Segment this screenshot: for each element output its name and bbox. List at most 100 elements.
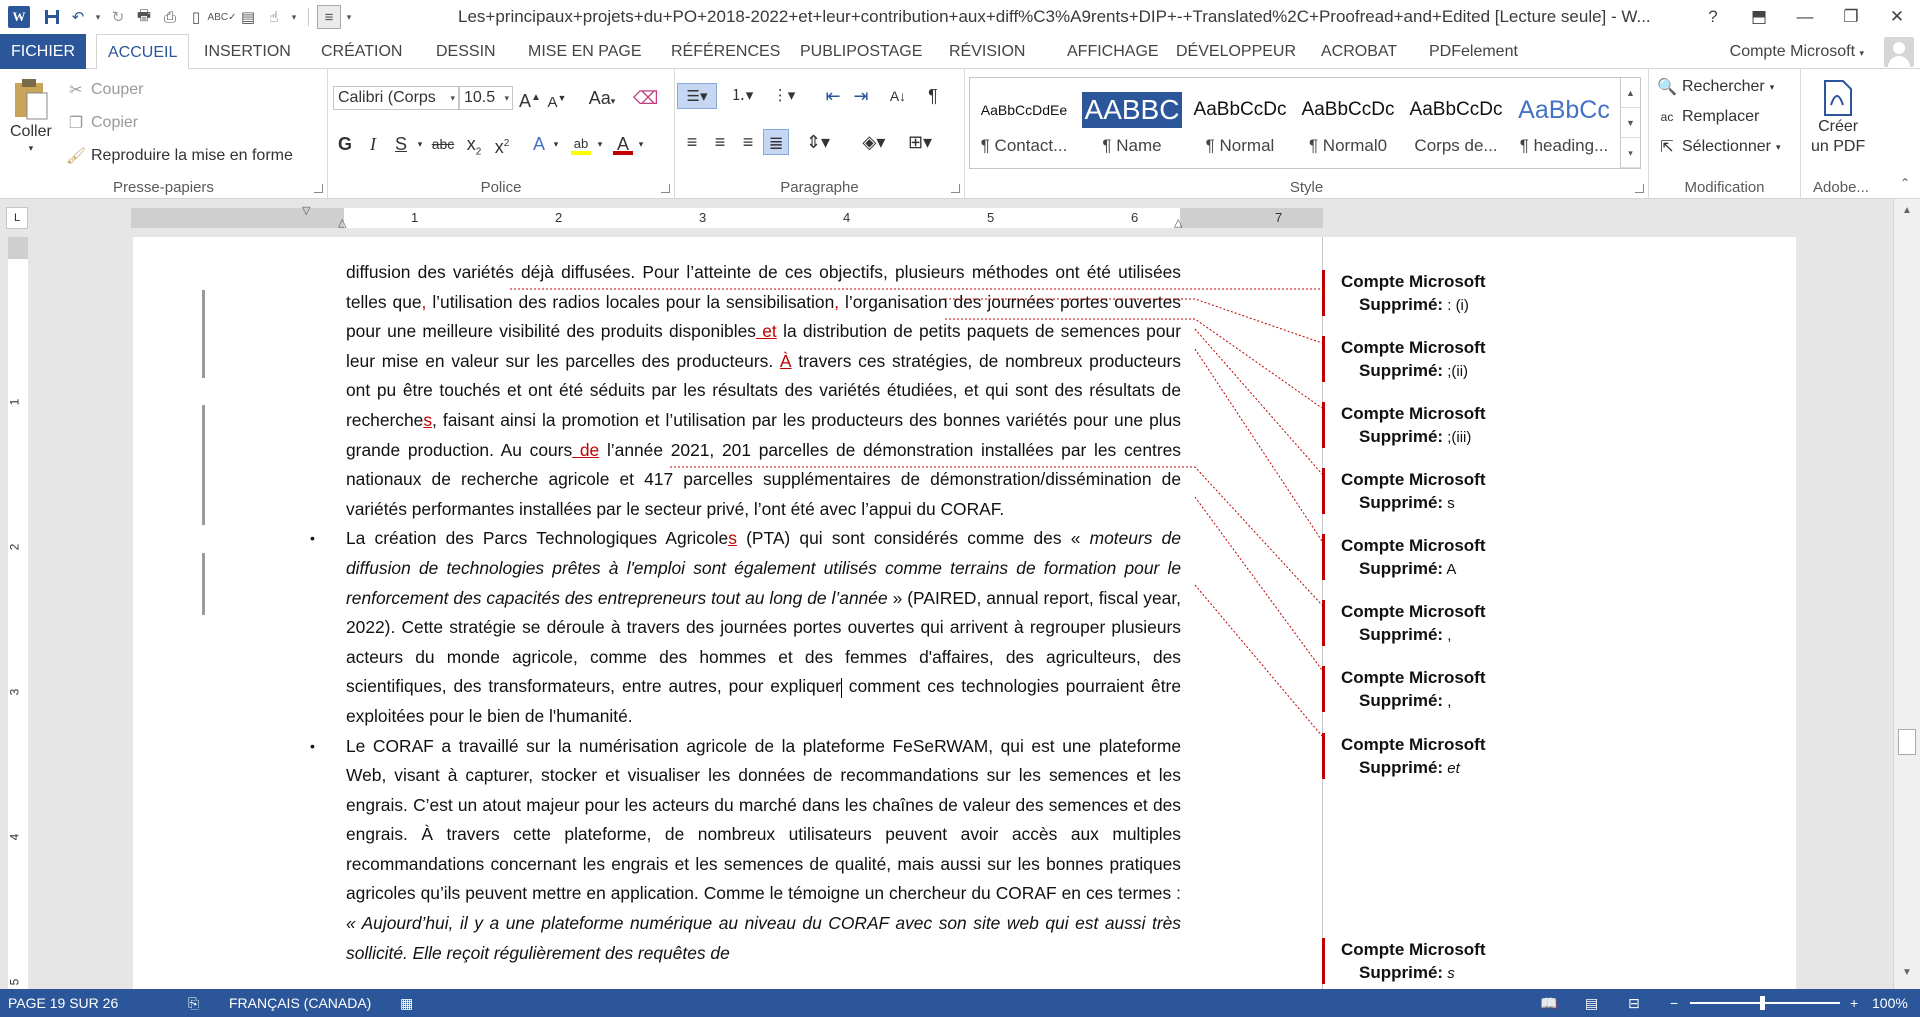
text-effects-icon[interactable]: A [528,131,550,157]
close-icon[interactable]: ✕ [1874,0,1920,34]
create-pdf-button[interactable]: Créer un PDF [1811,79,1865,157]
revision-balloon[interactable]: Compte Microsoft Supprimé: : (i) [1322,270,1622,316]
tab-acrobat[interactable]: ACROBAT [1310,34,1408,69]
font-launcher-icon[interactable] [661,184,670,193]
zoom-level[interactable]: 100% [1872,989,1908,1017]
vertical-ruler[interactable]: 1 2 3 4 5 [7,237,28,989]
replace-button[interactable]: ac Remplacer [1657,107,1760,127]
tab-affichage[interactable]: AFFICHAGE [1056,34,1170,69]
first-line-indent-icon[interactable]: ▽ [302,204,310,217]
decrease-indent-icon[interactable]: ⇤ [820,83,846,109]
hanging-indent-icon[interactable]: △ [338,216,346,229]
page-count[interactable]: PAGE 19 SUR 26 [8,989,118,1017]
change-case-button[interactable]: Aa▾ [584,85,620,111]
strikethrough-button[interactable]: abc [428,131,458,157]
scroll-thumb[interactable] [1898,729,1916,755]
tab-creation[interactable]: CRÉATION [310,34,413,69]
style-corps[interactable]: AaBbCcDc Corps de... [1402,78,1510,168]
tab-pdfelement[interactable]: PDFelement [1418,34,1529,69]
font-color-icon[interactable]: A [611,131,635,157]
web-layout-icon[interactable]: ⊟ [1628,989,1640,1017]
scroll-up-icon[interactable]: ▲ [1899,205,1915,221]
styles-scroll-up-icon[interactable]: ▲ [1621,78,1640,108]
tab-revision[interactable]: RÉVISION [938,34,1036,69]
customize-qat-icon[interactable]: ▾ [343,5,355,29]
minimize-icon[interactable]: — [1782,0,1828,34]
style-normal[interactable]: AaBbCcDc ¶ Normal [1186,78,1294,168]
zoom-slider-thumb[interactable] [1760,996,1765,1010]
tab-dessin[interactable]: DESSIN [425,34,507,69]
show-formatting-icon[interactable]: ¶ [920,83,946,109]
numbering-icon[interactable]: ⒈▾ [723,83,761,109]
copy-button[interactable]: ❐ Copier [66,113,138,133]
account-name[interactable]: Compte Microsoft ▾ [1730,34,1864,69]
subscript-icon[interactable]: x2 [462,131,486,158]
layout-icon[interactable]: ≡ [317,5,341,29]
tab-references[interactable]: RÉFÉRENCES [660,34,791,69]
revision-balloon[interactable]: Compte Microsoft Supprimé: et [1322,733,1622,779]
zoom-slider[interactable] [1690,1002,1840,1004]
style-normal0[interactable]: AaBbCcDc ¶ Normal0 [1294,78,1402,168]
align-left-icon[interactable]: ≡ [679,129,705,155]
text-effects-dropdown-icon[interactable]: ▾ [550,131,562,157]
tab-developpeur[interactable]: DÉVELOPPEUR [1165,34,1307,69]
undo-icon[interactable]: ↶ [66,5,90,29]
font-name-input[interactable]: Calibri (Corps ▾ [333,86,459,110]
multilevel-list-icon[interactable]: ⋮▾ [765,83,803,109]
style-heading[interactable]: AaBbCc ¶ heading... [1510,78,1618,168]
bold-button[interactable]: G [334,131,356,157]
style-name-selected[interactable]: AABBC ¶ Name [1078,78,1186,168]
revision-balloon[interactable]: Compte Microsoft Supprimé: , [1322,666,1622,712]
styles-more-icon[interactable]: ▾ [1621,138,1640,168]
scroll-down-icon[interactable]: ▼ [1899,967,1915,983]
print-layout-view-icon[interactable]: ▤ [1585,989,1598,1017]
shading-icon[interactable]: ◈▾ [855,129,893,155]
sort-icon[interactable]: A↓ [885,83,911,109]
clipboard-launcher-icon[interactable] [314,184,323,193]
language[interactable]: FRANÇAIS (CANADA) [229,989,371,1017]
tab-selector-icon[interactable]: L [6,207,28,229]
touch-dropdown-icon[interactable]: ▾ [288,5,300,29]
highlight-icon[interactable]: ab [568,131,594,157]
format-painter-button[interactable]: 🖌 Reproduire la mise en forme [66,146,293,166]
shrink-font-icon[interactable]: A▼ [546,85,568,111]
word-logo-icon[interactable]: W [8,6,30,28]
font-color-dropdown-icon[interactable]: ▾ [635,131,647,157]
document-body[interactable]: diffusion des variétés déjà diffusées. P… [310,258,1181,968]
ribbon-display-options-icon[interactable]: ⬒ [1736,0,1782,34]
underline-dropdown-icon[interactable]: ▾ [414,131,426,157]
revision-balloon[interactable]: Compte Microsoft Supprimé: s [1322,938,1622,984]
print-icon[interactable]: 🖶 [132,5,156,29]
horizontal-ruler[interactable]: ▽ △ △ 1 2 3 4 5 6 7 [131,205,1323,229]
revision-balloon[interactable]: Compte Microsoft Supprimé: ;(iii) [1322,402,1622,448]
tab-publipostage[interactable]: PUBLIPOSTAGE [789,34,933,69]
proofing-icon[interactable]: ⎘ [188,989,199,1017]
grow-font-icon[interactable]: A▲ [519,85,541,111]
cut-button[interactable]: ✂ Couper [66,80,143,100]
collapse-ribbon-icon[interactable]: ⌃ [1900,176,1910,190]
find-button[interactable]: 🔍 Rechercher ▾ [1657,77,1774,97]
read-mode-icon[interactable]: 📖 [1540,989,1557,1017]
tab-fichier[interactable]: FICHIER [0,34,86,69]
touch-mode-icon[interactable]: ☝ [262,5,286,29]
italic-button[interactable]: I [362,131,384,157]
borders-icon[interactable]: ⊞▾ [901,129,939,155]
align-center-icon[interactable]: ≡ [707,129,733,155]
font-size-input[interactable]: 10.5 ▾ [459,86,513,110]
undo-dropdown-icon[interactable]: ▾ [92,5,104,29]
styles-scroll-down-icon[interactable]: ▼ [1621,108,1640,138]
increase-indent-icon[interactable]: ⇥ [848,83,874,109]
avatar[interactable] [1884,37,1914,67]
bullets-icon[interactable]: ☰▾ [677,83,717,109]
zoom-out-icon[interactable]: − [1670,989,1678,1017]
tab-insertion[interactable]: INSERTION [193,34,302,69]
select-button[interactable]: ⇱ Sélectionner ▾ [1657,137,1780,157]
restore-icon[interactable]: ❐ [1828,0,1874,34]
zoom-in-icon[interactable]: + [1850,989,1858,1017]
highlight-dropdown-icon[interactable]: ▾ [594,131,606,157]
tab-accueil[interactable]: ACCUEIL [96,34,190,70]
style-contact[interactable]: AaBbCcDdEe ¶ Contact... [970,78,1078,168]
paragraph-launcher-icon[interactable] [951,184,960,193]
line-spacing-icon[interactable]: ⇕▾ [799,129,837,155]
align-right-icon[interactable]: ≡ [735,129,761,155]
